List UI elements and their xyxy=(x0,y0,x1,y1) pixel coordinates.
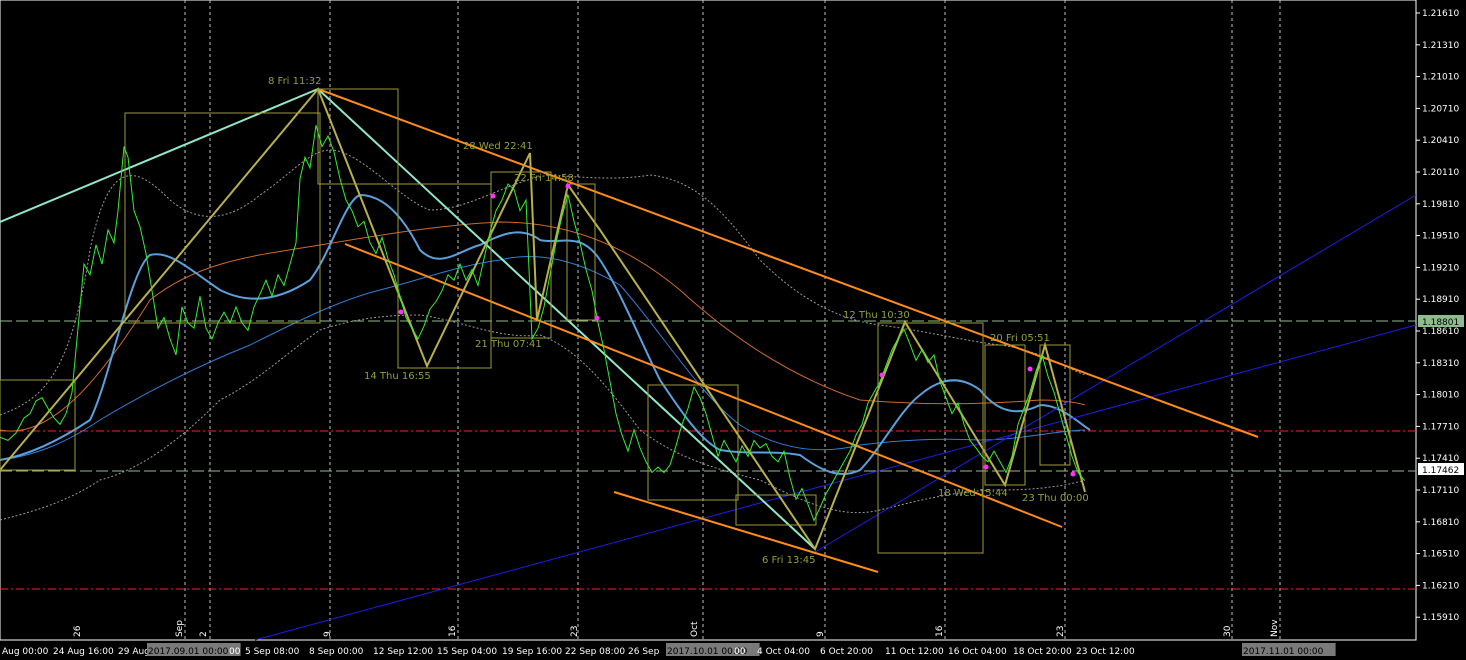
marker-dot xyxy=(1027,366,1033,372)
annotation-label: 22 Fri 14:58 xyxy=(514,173,574,184)
annotation-label: 6 Fri 13:45 xyxy=(762,555,815,566)
price-tick-label: 1.19810 xyxy=(1422,200,1459,210)
day-marker-label: 9 xyxy=(323,631,333,637)
time-label: 2017.11.01 00:00 xyxy=(1243,647,1324,657)
price-tick-label: 1.21010 xyxy=(1422,73,1459,83)
price-tick-label: 1.20410 xyxy=(1422,136,1459,146)
time-label-group: Aug 00:00 24 Aug 16:00 29 Aug2017.09.01 00… xyxy=(2,643,1336,657)
time-label: 29 Aug xyxy=(118,647,150,657)
time-label: 26 Sep xyxy=(628,647,660,657)
price-tick-label: 1.21310 xyxy=(1422,41,1459,51)
time-label: 5 Sep 08:00 xyxy=(245,647,300,657)
price-tick-label: 1.17710 xyxy=(1422,422,1459,432)
time-label: Aug 00:00 xyxy=(2,647,49,657)
time-label: 19 Sep 16:00 xyxy=(502,647,562,657)
price-tick-label: 1.21610 xyxy=(1422,9,1459,19)
price-tick-label: 1.16810 xyxy=(1422,518,1459,528)
plot-frame xyxy=(0,0,1417,641)
time-label: 16 Oct 04:00 xyxy=(948,647,1007,657)
marker-dot xyxy=(879,372,885,378)
current-price-tag-text: 1.18801 xyxy=(1422,318,1459,328)
annotation-label: 12 Thu 10:30 xyxy=(843,310,910,321)
price-tick-label: 1.19510 xyxy=(1422,232,1459,242)
time-label: 00 xyxy=(229,647,241,657)
day-marker-label: 26 xyxy=(73,625,83,637)
time-label: 24 Aug 16:00 xyxy=(53,647,114,657)
annotation-label: 14 Thu 16:55 xyxy=(364,371,431,382)
price-tick-label: 1.20710 xyxy=(1422,104,1459,114)
day-marker-label: 16 xyxy=(935,625,945,637)
bid-price-tag-text: 1.17462 xyxy=(1422,466,1459,476)
day-marker-label: Sep xyxy=(175,620,185,637)
day-marker-label: 16 xyxy=(448,625,458,637)
price-tick-label: 1.17110 xyxy=(1422,486,1459,496)
time-label: 8 Sep 00:00 xyxy=(309,647,364,657)
price-tick-label: 1.15910 xyxy=(1422,613,1459,623)
annotation-label: 8 Fri 11:32 xyxy=(268,76,321,87)
time-label: 15 Sep 04:00 xyxy=(437,647,497,657)
time-label: 12 Sep 12:00 xyxy=(373,647,433,657)
time-label: 23 Oct 12:00 xyxy=(1076,647,1135,657)
price-tick-label: 1.18010 xyxy=(1422,391,1459,401)
marker-dot xyxy=(565,183,571,189)
time-label: 11 Oct 12:00 xyxy=(885,647,944,657)
time-label: 6 Oct 20:00 xyxy=(820,647,873,657)
time-label: 22 Sep 08:00 xyxy=(565,647,625,657)
marker-dot xyxy=(398,309,404,315)
price-tick-label: 1.18910 xyxy=(1422,295,1459,305)
marker-dot xyxy=(490,193,496,199)
price-tick-label: 1.16210 xyxy=(1422,581,1459,591)
price-tick-label: 1.16510 xyxy=(1422,550,1459,560)
price-tick-label: 1.20110 xyxy=(1422,168,1459,178)
price-axis: 1.21610 1.21310 1.21010 1.20710 1.20410 1.201… xyxy=(1416,9,1464,623)
day-marker-label: Nov xyxy=(1270,619,1280,637)
marker-dot xyxy=(983,464,989,470)
marker-dot xyxy=(594,315,600,321)
time-label: 4 Oct 04:00 xyxy=(757,647,810,657)
day-marker-label: 30 xyxy=(1223,625,1233,637)
time-label: 18 Oct 20:00 xyxy=(1013,647,1072,657)
price-tick-label: 1.18310 xyxy=(1422,359,1459,369)
day-marker-label: 2 xyxy=(199,631,209,637)
day-marker-label: Oct xyxy=(690,621,700,637)
day-marker-label: 23 xyxy=(570,626,580,637)
time-label: 00 xyxy=(734,647,746,657)
annotation-label: 23 Thu 00:00 xyxy=(1022,493,1089,504)
annotation-label: 18 Wed 15:44 xyxy=(938,488,1008,499)
price-tick-label: 1.18610 xyxy=(1422,327,1459,337)
time-label: 2017.09.01 00:00 xyxy=(148,647,229,657)
price-tick-label: 1.17410 xyxy=(1422,454,1459,464)
price-tick-label: 1.19210 xyxy=(1422,263,1459,273)
annotation-label: 20 Fri 05:51 xyxy=(990,333,1050,344)
annotation-label: 28 Wed 22:41 xyxy=(463,141,533,152)
day-marker-label: 9 xyxy=(816,631,826,637)
chart: 8 Fri 11:32 28 Wed 22:41 22 Fri 14:58 14… xyxy=(0,0,1464,657)
annotation-label: 21 Thu 07:41 xyxy=(475,339,542,350)
day-marker-label: 23 xyxy=(1056,626,1066,637)
marker-dot xyxy=(1070,471,1076,477)
